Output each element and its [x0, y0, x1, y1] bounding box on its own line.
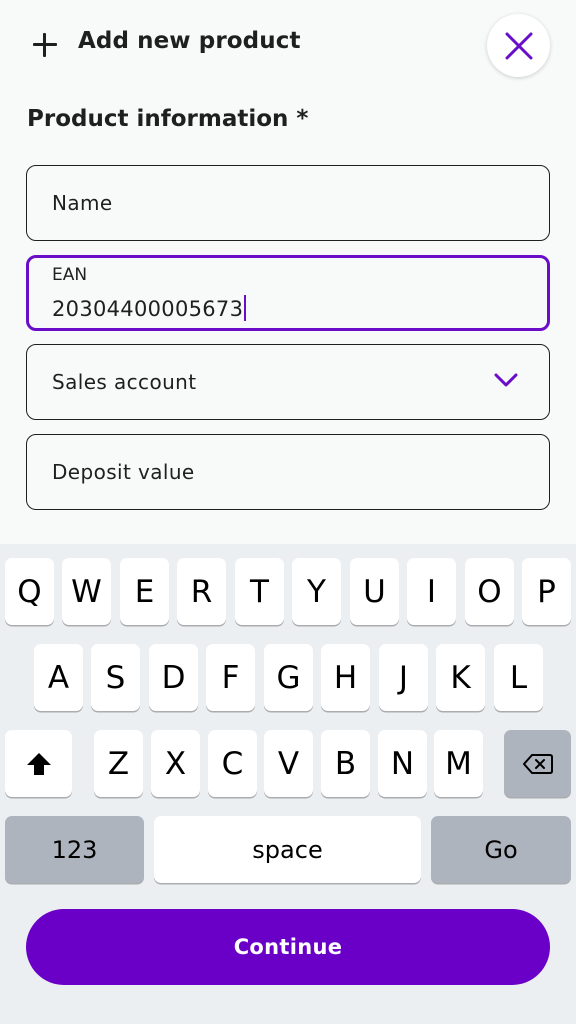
- deposit-value-placeholder: Deposit value: [52, 460, 195, 484]
- deposit-value-field[interactable]: Deposit value: [26, 434, 550, 510]
- key-m[interactable]: M: [434, 730, 483, 797]
- key-w[interactable]: W: [62, 558, 111, 625]
- shift-icon: [26, 752, 51, 775]
- key-k[interactable]: K: [436, 644, 485, 711]
- key-j[interactable]: J: [379, 644, 428, 711]
- sales-account-placeholder: Sales account: [52, 370, 197, 394]
- backspace-icon: [522, 753, 553, 774]
- sales-account-select[interactable]: Sales account: [26, 344, 550, 420]
- close-icon: [505, 32, 532, 59]
- key-y[interactable]: Y: [292, 558, 341, 625]
- name-field[interactable]: Name: [26, 165, 550, 241]
- key-p[interactable]: P: [522, 558, 571, 625]
- page-title: Add new product: [78, 28, 301, 54]
- key-u[interactable]: U: [350, 558, 399, 625]
- close-button[interactable]: [487, 14, 550, 77]
- ean-label: EAN: [52, 265, 88, 285]
- backspace-key[interactable]: [504, 730, 571, 797]
- text-caret: [244, 295, 247, 321]
- key-t[interactable]: T: [235, 558, 284, 625]
- key-a[interactable]: A: [34, 644, 83, 711]
- shift-key[interactable]: [5, 730, 72, 797]
- key-g[interactable]: G: [264, 644, 313, 711]
- key-e[interactable]: E: [120, 558, 169, 625]
- key-q[interactable]: Q: [5, 558, 54, 625]
- key-b[interactable]: B: [321, 730, 370, 797]
- key-n[interactable]: N: [378, 730, 427, 797]
- section-title: Product information *: [27, 106, 309, 132]
- key-h[interactable]: H: [321, 644, 370, 711]
- ean-field[interactable]: EAN 20304400005673: [26, 255, 550, 331]
- key-s[interactable]: S: [91, 644, 140, 711]
- chevron-down-icon: [494, 373, 518, 387]
- ean-value: 20304400005673: [52, 297, 244, 321]
- key-d[interactable]: D: [149, 644, 198, 711]
- key-l[interactable]: L: [494, 644, 543, 711]
- go-key[interactable]: Go: [431, 816, 571, 883]
- continue-label: Continue: [233, 935, 343, 959]
- key-x[interactable]: X: [151, 730, 200, 797]
- key-i[interactable]: I: [407, 558, 456, 625]
- header: Add new product: [0, 0, 576, 92]
- key-c[interactable]: C: [208, 730, 257, 797]
- key-r[interactable]: R: [177, 558, 226, 625]
- ean-value-wrap: 20304400005673: [52, 295, 247, 321]
- name-placeholder: Name: [52, 191, 113, 215]
- plus-icon: [31, 31, 59, 59]
- key-z[interactable]: Z: [94, 730, 143, 797]
- key-f[interactable]: F: [206, 644, 255, 711]
- continue-button[interactable]: Continue: [26, 909, 550, 985]
- space-key[interactable]: space: [154, 816, 421, 883]
- key-v[interactable]: V: [264, 730, 313, 797]
- key-o[interactable]: O: [465, 558, 514, 625]
- numbers-key[interactable]: 123: [5, 816, 144, 883]
